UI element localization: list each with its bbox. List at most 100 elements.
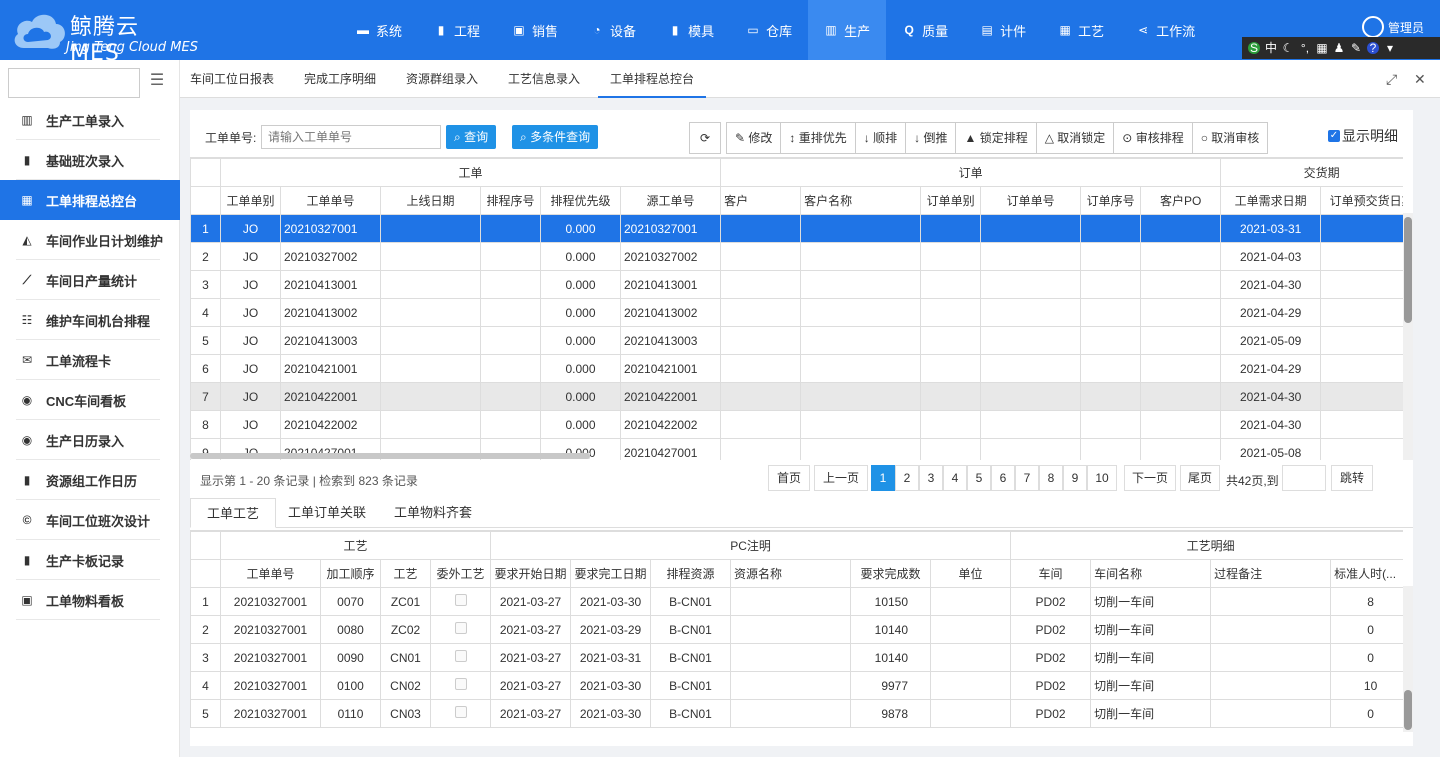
vertical-scrollbar[interactable] [1403, 213, 1413, 460]
checkbox-icon[interactable] [454, 594, 467, 606]
first-page-button[interactable]: 首页 [768, 465, 810, 491]
logo[interactable]: 鲸腾云MES Jing Teng Cloud MES [8, 4, 198, 66]
column-header[interactable]: 工单单号 [280, 186, 381, 215]
page-number-button[interactable]: 3 [919, 465, 943, 491]
column-header[interactable]: 资源名称 [730, 559, 852, 588]
column-header[interactable]: 要求完工日期 [570, 559, 652, 588]
column-header[interactable]: 工单单号 [220, 559, 321, 588]
forward-schedule-button[interactable]: ↓ 顺排 [854, 122, 907, 154]
horizontal-scrollbar[interactable] [190, 453, 590, 459]
table-row[interactable]: 1 20210327001 0070 ZC01 2021-03-27 2021-03-30… [190, 587, 1403, 616]
nav-engineering[interactable]: ▮ 工程 [418, 0, 496, 60]
nav-warehouse[interactable]: ▭ 仓库 [730, 0, 808, 60]
nav-mold[interactable]: ▮ 模具 [652, 0, 730, 60]
jump-button[interactable]: 跳转 [1331, 465, 1373, 491]
tab-schedule-console[interactable]: 工单排程总控台 [598, 60, 707, 98]
sidebar-item-work-order-entry[interactable]: ▥ 生产工单录入 [0, 100, 180, 140]
column-header[interactable]: 要求开始日期 [490, 559, 572, 588]
column-header[interactable]: 工艺 [380, 559, 431, 588]
sidebar-item-material-board[interactable]: ▣ 工单物料看板 [0, 580, 180, 620]
backward-schedule-button[interactable]: ↓ 倒推 [905, 122, 957, 154]
table-row[interactable]: 2 JO 20210327002 0.000 20210327002 2021-04-03 [190, 242, 1403, 271]
scroll-thumb[interactable] [1404, 217, 1412, 323]
page-number-button[interactable]: 2 [895, 465, 919, 491]
page-number-button[interactable]: 4 [943, 465, 967, 491]
sidebar-item-daily-output[interactable]: ⟋ 车间日产量统计 [0, 260, 180, 300]
column-header[interactable]: 客户PO [1140, 186, 1222, 215]
query-button[interactable]: ⌕ 查询 [446, 125, 497, 149]
column-header[interactable]: 订单序号 [1080, 186, 1142, 215]
show-detail-checkbox[interactable]: ✓ 显示明细 [1328, 126, 1398, 146]
unlock-button[interactable]: △ 取消锁定 [1035, 122, 1115, 154]
column-header[interactable]: 加工顺序 [320, 559, 381, 588]
edit-button[interactable]: ✎ 修改 [726, 122, 782, 154]
nav-sales[interactable]: ▣ 销售 [496, 0, 574, 60]
column-header[interactable]: 订单单别 [920, 186, 982, 215]
sidebar-search-input[interactable] [8, 68, 140, 98]
outsource-checkbox[interactable] [429, 587, 492, 616]
column-header[interactable]: 排程资源 [650, 559, 732, 588]
table-row[interactable]: 4 20210327001 0100 CN02 2021-03-27 2021-03-30… [190, 671, 1403, 700]
refresh-button[interactable]: ⟳ [689, 122, 721, 154]
table-row[interactable]: 8 JO 20210422002 0.000 20210422002 2021-04-30 [190, 410, 1403, 439]
outsource-checkbox[interactable] [429, 671, 492, 700]
column-header[interactable]: 排程序号 [480, 186, 541, 215]
outsource-checkbox[interactable] [429, 643, 492, 672]
column-header[interactable]: 车间名称 [1090, 559, 1212, 588]
table-row[interactable]: 6 JO 20210421001 0.000 20210421001 2021-04-29 [190, 354, 1403, 383]
table-row[interactable]: 2 20210327001 0080 ZC02 2021-03-27 2021-03-29… [190, 615, 1403, 644]
page-number-button[interactable]: 9 [1063, 465, 1087, 491]
sidebar-item-machine-schedule[interactable]: ☷ 维护车间机台排程 [0, 300, 180, 340]
prev-page-button[interactable]: 上一页 [814, 465, 868, 491]
tab-process-info[interactable]: 工艺信息录入 [508, 60, 580, 98]
column-header[interactable]: 上线日期 [380, 186, 481, 215]
sidebar-item-daily-plan[interactable]: ◭ 车间作业日计划维护 [0, 220, 180, 260]
lock-schedule-button[interactable]: ▲ 锁定排程 [955, 122, 1037, 154]
sidebar-item-shift-entry[interactable]: ▮ 基础班次录入 [0, 140, 180, 180]
sidebar-item-calendar-entry[interactable]: ◉ 生产日历录入 [0, 420, 180, 460]
next-page-button[interactable]: 下一页 [1124, 465, 1176, 491]
collapse-menu-icon[interactable]: ☰ [146, 72, 168, 90]
fullscreen-icon[interactable]: ⤢ [1386, 71, 1397, 88]
scroll-thumb[interactable] [1404, 690, 1412, 730]
column-header[interactable]: 订单预交货日期 [1320, 186, 1403, 215]
tab-station-daily-report[interactable]: 车间工位日报表 [190, 60, 274, 98]
column-header[interactable]: 排程优先级 [540, 186, 621, 215]
checkbox-icon[interactable] [454, 622, 467, 634]
nav-system[interactable]: ▬ 系统 [340, 0, 418, 60]
nav-quality[interactable]: Q 质量 [886, 0, 964, 60]
page-number-button[interactable]: 5 [967, 465, 991, 491]
table-row[interactable]: 4 JO 20210413002 0.000 20210413002 2021-04-29 [190, 298, 1403, 327]
table-row[interactable]: 3 JO 20210413001 0.000 20210413001 2021-04-30 [190, 270, 1403, 299]
tab-work-order-process[interactable]: 工单工艺 [190, 498, 277, 528]
vertical-scrollbar[interactable] [1403, 586, 1413, 732]
outsource-checkbox[interactable] [429, 615, 492, 644]
table-row[interactable]: 5 20210327001 0110 CN03 2021-03-27 2021-03-30… [190, 699, 1403, 728]
last-page-button[interactable]: 尾页 [1180, 465, 1220, 491]
sidebar-item-station-shift[interactable]: © 车间工位班次设计 [0, 500, 180, 540]
column-header[interactable]: 过程备注 [1210, 559, 1332, 588]
scroll-thumb[interactable] [190, 453, 590, 459]
nav-piecework[interactable]: ▤ 计件 [964, 0, 1042, 60]
sidebar-item-schedule-console[interactable]: ▦ 工单排程总控台 [0, 180, 180, 220]
sidebar-item-cnc-board[interactable]: ◉ CNC车间看板 [0, 380, 180, 420]
nav-process[interactable]: ▦ 工艺 [1042, 0, 1120, 60]
page-jump-input[interactable] [1282, 465, 1326, 491]
nav-equipment[interactable]: ◔ 设备 [574, 0, 652, 60]
reprioritize-button[interactable]: ↕ 重排优先 [780, 122, 856, 154]
work-order-input[interactable] [261, 125, 441, 149]
table-row[interactable]: 1 JO 20210327001 0.000 20210327001 2021-03-31 [190, 214, 1403, 243]
checkbox-icon[interactable] [454, 678, 467, 690]
table-row[interactable]: 3 20210327001 0090 CN01 2021-03-27 2021-03-31… [190, 643, 1403, 672]
page-number-button[interactable]: 7 [1015, 465, 1039, 491]
outsource-checkbox[interactable] [429, 699, 492, 728]
column-header[interactable]: 源工单号 [619, 186, 722, 215]
table-row[interactable]: 7 JO 20210422001 0.000 20210422001 2021-04-30 [190, 382, 1403, 411]
column-header[interactable]: 客户 [720, 186, 802, 215]
approve-schedule-button[interactable]: ⊙ 审核排程 [1113, 122, 1193, 154]
column-header[interactable]: 工单需求日期 [1220, 186, 1322, 215]
table-row[interactable]: 5 JO 20210413003 0.000 20210413003 2021-05-09 [190, 326, 1403, 355]
sidebar-item-pallet-record[interactable]: ▮ 生产卡板记录 [0, 540, 180, 580]
page-number-button[interactable]: 6 [991, 465, 1015, 491]
cancel-approve-button[interactable]: ○ 取消审核 [1191, 122, 1269, 154]
